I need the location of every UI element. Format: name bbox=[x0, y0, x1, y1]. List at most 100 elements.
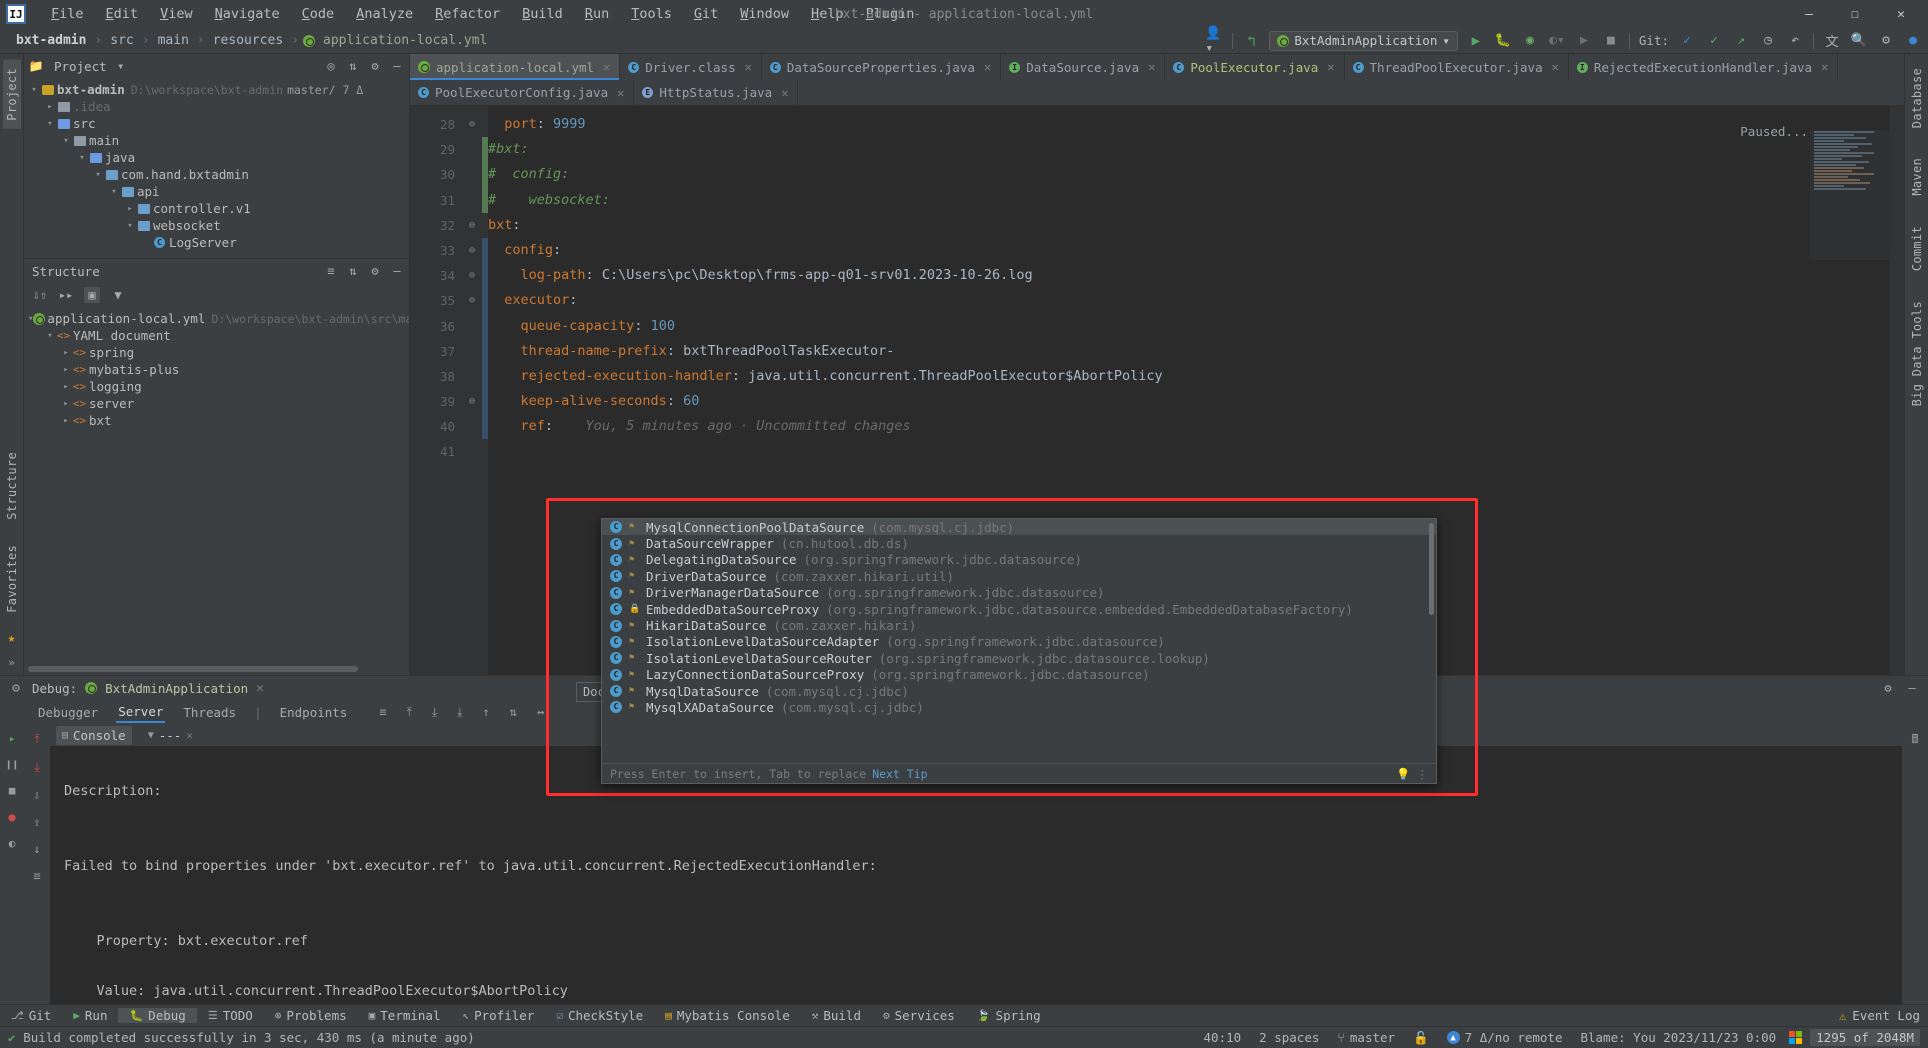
code-line[interactable]: config: bbox=[488, 238, 1890, 263]
code-line[interactable]: port: 9999 bbox=[488, 112, 1890, 137]
git-update-icon[interactable]: ✓ bbox=[1678, 32, 1696, 50]
tool-window-checkstyle[interactable]: ☑CheckStyle bbox=[545, 1008, 654, 1023]
breadcrumb-item-application-local-yml[interactable]: application-local.yml bbox=[303, 32, 491, 49]
tool-window-profiler[interactable]: ↖Profiler bbox=[451, 1008, 545, 1023]
indent-setting[interactable]: 2 spaces bbox=[1254, 1030, 1324, 1045]
fold-marker[interactable]: ⊖ bbox=[462, 238, 482, 263]
sidebar-item-favorites[interactable]: Favorites bbox=[3, 537, 21, 621]
minimize-button[interactable]: – bbox=[1786, 0, 1832, 28]
expand-all-icon[interactable]: ≡ bbox=[323, 263, 339, 279]
project-tree-node[interactable]: ▾api bbox=[24, 183, 409, 200]
tool-window-problems[interactable]: ⊗Problems bbox=[264, 1008, 358, 1023]
close-icon[interactable]: ✕ bbox=[603, 60, 610, 74]
fold-marker[interactable]: ⊖ bbox=[462, 288, 482, 313]
code-folding-column[interactable]: ⊖⊖⊖⊖⊖⊖ bbox=[462, 106, 482, 675]
fold-marker[interactable]: ⊖ bbox=[462, 263, 482, 288]
structure-tree-node[interactable]: ▸<>spring bbox=[24, 344, 409, 361]
project-tree-node[interactable]: ▸.idea bbox=[24, 98, 409, 115]
close-icon[interactable]: ✕ bbox=[617, 86, 624, 100]
pin-icon[interactable]: ⤓ bbox=[457, 705, 462, 720]
code-completion-popup[interactable]: C⚑MysqlConnectionPoolDataSource(com.mysq… bbox=[601, 518, 1437, 784]
console-output[interactable]: Description: Failed to bind properties u… bbox=[50, 746, 1902, 1004]
editor-tab-poolexecutorconfig-java[interactable]: CPoolExecutorConfig.java✕ bbox=[410, 80, 634, 105]
project-tree-node[interactable]: ▸controller.v1 bbox=[24, 200, 409, 217]
filter-icon[interactable]: ▼ bbox=[110, 287, 126, 303]
editor-tab-rejectedexecutionhandler-java[interactable]: IRejectedExecutionHandler.java✕ bbox=[1569, 54, 1838, 80]
pause-icon[interactable]: ❙❙ bbox=[5, 758, 18, 771]
structure-tree-node[interactable]: ▾application-local.ymlD:\workspace\bxt-a… bbox=[24, 310, 409, 327]
expand-strip-icon[interactable]: » bbox=[8, 656, 15, 669]
close-icon[interactable]: ✕ bbox=[256, 681, 264, 696]
editor-tab-datasource-java[interactable]: IDataSource.java✕ bbox=[1001, 54, 1165, 80]
expand-arrow-icon[interactable]: ▾ bbox=[28, 85, 40, 95]
close-icon[interactable]: ✕ bbox=[1552, 60, 1559, 74]
hide-icon[interactable]: — bbox=[1904, 680, 1920, 696]
fold-marker[interactable]: ⊖ bbox=[462, 112, 482, 137]
sort-icon[interactable]: ↑ bbox=[483, 705, 490, 719]
fold-marker[interactable] bbox=[462, 414, 482, 439]
translate-icon[interactable]: 文 bbox=[1823, 32, 1841, 50]
step-out-icon[interactable]: ⇧ bbox=[33, 815, 40, 829]
sidebar-item-structure[interactable]: Structure bbox=[3, 444, 21, 528]
debug-tab-debugger[interactable]: Debugger bbox=[36, 703, 100, 722]
code-line[interactable]: executor: bbox=[488, 288, 1890, 313]
tool-window-build[interactable]: ⚒Build bbox=[801, 1008, 872, 1023]
expand-arrow-icon[interactable]: ▸ bbox=[124, 204, 136, 214]
resume-icon[interactable]: ▸ bbox=[9, 732, 16, 745]
structure-horizontal-scrollbar[interactable] bbox=[28, 665, 405, 673]
tool-window-spring[interactable]: 🍃Spring bbox=[966, 1008, 1052, 1023]
git-push-icon[interactable]: ↗ bbox=[1732, 32, 1750, 50]
step-over-icon[interactable]: ⤒ bbox=[34, 732, 39, 747]
project-tree-node[interactable]: ▾bxt-adminD:\workspace\bxt-adminmaster/ … bbox=[24, 81, 409, 98]
close-icon[interactable]: ✕ bbox=[745, 60, 752, 74]
chevron-down-icon[interactable]: ▾ bbox=[113, 58, 129, 74]
scroll-end-icon[interactable]: ↔ bbox=[537, 705, 544, 719]
expand-arrow-icon[interactable]: ▸ bbox=[60, 416, 72, 426]
debug-tab-server[interactable]: Server bbox=[116, 702, 165, 723]
menu-item-run[interactable]: Run bbox=[574, 3, 620, 25]
code-line[interactable]: bxt: bbox=[488, 213, 1890, 238]
completion-item[interactable]: C⚑IsolationLevelDataSourceRouter(org.spr… bbox=[602, 650, 1436, 666]
code-line[interactable]: queue-capacity: 100 bbox=[488, 314, 1890, 339]
favorites-star-icon[interactable]: ★ bbox=[8, 631, 16, 646]
tool-window-git[interactable]: ⎇Git bbox=[0, 1008, 62, 1023]
fold-marker[interactable] bbox=[462, 339, 482, 364]
debug-tab-endpoints[interactable]: Endpoints bbox=[278, 703, 350, 722]
settings-icon[interactable]: ⚙ bbox=[367, 58, 383, 74]
completion-item[interactable]: C⚑DriverManagerDataSource(org.springfram… bbox=[602, 585, 1436, 601]
menu-item-git[interactable]: Git bbox=[683, 3, 729, 25]
code-line[interactable]: #bxt: bbox=[488, 137, 1890, 162]
read-write-icon[interactable]: 🔓 bbox=[1408, 1030, 1434, 1046]
fold-marker[interactable] bbox=[462, 364, 482, 389]
git-commit-icon[interactable]: ✓ bbox=[1705, 32, 1723, 50]
editor-tab-threadpoolexecutor-java[interactable]: CThreadPoolExecutor.java✕ bbox=[1345, 54, 1569, 80]
collapse-all-icon[interactable]: ⇅ bbox=[345, 58, 361, 74]
project-tree-node[interactable]: CLogServer bbox=[24, 234, 409, 251]
close-icon[interactable]: ✕ bbox=[781, 86, 788, 100]
view-breakpoints-icon[interactable]: ◐ bbox=[9, 837, 16, 850]
completion-item[interactable]: C⚑MysqlDataSource(com.mysql.cj.jdbc) bbox=[602, 683, 1436, 699]
expand-arrow-icon[interactable]: ▸ bbox=[60, 365, 72, 375]
completion-item[interactable]: C⚑HikariDataSource(com.zaxxer.hikari) bbox=[602, 617, 1436, 633]
menu-item-file[interactable]: File bbox=[40, 3, 95, 25]
sidebar-item-project[interactable]: Project bbox=[3, 60, 21, 129]
expand-arrow-icon[interactable]: ▾ bbox=[92, 170, 104, 180]
tool-window-debug[interactable]: 🐛Debug bbox=[118, 1008, 196, 1023]
more-options-icon[interactable]: ⋮ bbox=[1417, 767, 1429, 781]
code-line[interactable] bbox=[488, 439, 1890, 464]
editor-tab-application-local-yml[interactable]: application-local.yml✕ bbox=[410, 54, 620, 80]
expand-arrow-icon[interactable]: ▸ bbox=[44, 102, 56, 112]
sidebar-item-database[interactable]: Database bbox=[1908, 60, 1926, 136]
completion-item[interactable]: C⚑DriverDataSource(com.zaxxer.hikari.uti… bbox=[602, 568, 1436, 584]
close-icon[interactable]: ✕ bbox=[1821, 60, 1828, 74]
export-icon[interactable]: ⤒ bbox=[407, 705, 412, 720]
editor-tab-httpstatus-java[interactable]: EHttpStatus.java✕ bbox=[634, 80, 798, 105]
maximize-button[interactable]: ☐ bbox=[1832, 0, 1878, 28]
code-line[interactable]: log-path: C:\Users\pc\Desktop\frms-app-q… bbox=[488, 263, 1890, 288]
sort-alphabetically-icon[interactable]: ⇩⇧ bbox=[32, 287, 48, 303]
caret-position[interactable]: 40:10 bbox=[1199, 1030, 1247, 1045]
tool-window-run[interactable]: ▶Run bbox=[62, 1008, 118, 1023]
run-disabled-icon[interactable]: ▶ bbox=[1575, 32, 1593, 50]
menu-item-analyze[interactable]: Analyze bbox=[345, 3, 424, 25]
hide-icon[interactable]: — bbox=[389, 263, 405, 279]
